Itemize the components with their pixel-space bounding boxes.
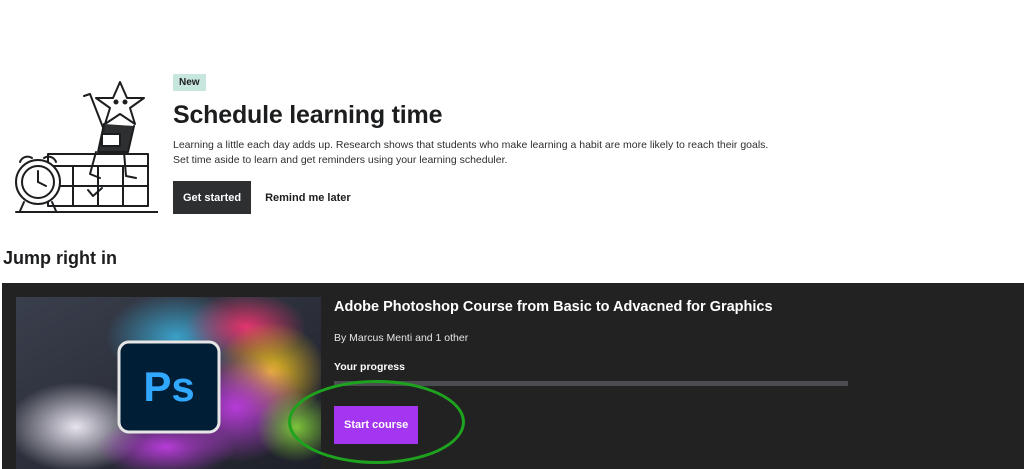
course-thumbnail[interactable]: Ps [16, 297, 321, 469]
photoshop-logo-text: Ps [143, 363, 194, 410]
schedule-learning-banner: New Schedule learning time Learning a li… [0, 66, 1024, 226]
get-started-button[interactable]: Get started [173, 181, 252, 214]
smoke-artwork: Ps [16, 297, 321, 469]
banner-description-line-1: Learning a little each day adds up. Rese… [173, 139, 769, 151]
banner-title: Schedule learning time [173, 101, 443, 129]
course-title[interactable]: Adobe Photoshop Course from Basic to Adv… [334, 299, 848, 315]
course-authors: By Marcus Menti and 1 other [334, 332, 469, 344]
banner-description-line-2: Set time aside to learn and get reminder… [173, 154, 508, 166]
new-badge: New [173, 74, 206, 91]
section-title: Jump right in [3, 248, 117, 268]
schedule-illustration [15, 81, 158, 213]
course-card[interactable]: Ps Adobe Photoshop Course from Basic to … [2, 283, 1024, 469]
progress-label: Your progress [334, 361, 405, 373]
banner-description: Learning a little each day adds up. Rese… [173, 138, 873, 168]
remind-me-later-button[interactable]: Remind me later [265, 192, 351, 204]
start-course-button[interactable]: Start course [334, 406, 419, 444]
progress-bar [334, 381, 848, 386]
